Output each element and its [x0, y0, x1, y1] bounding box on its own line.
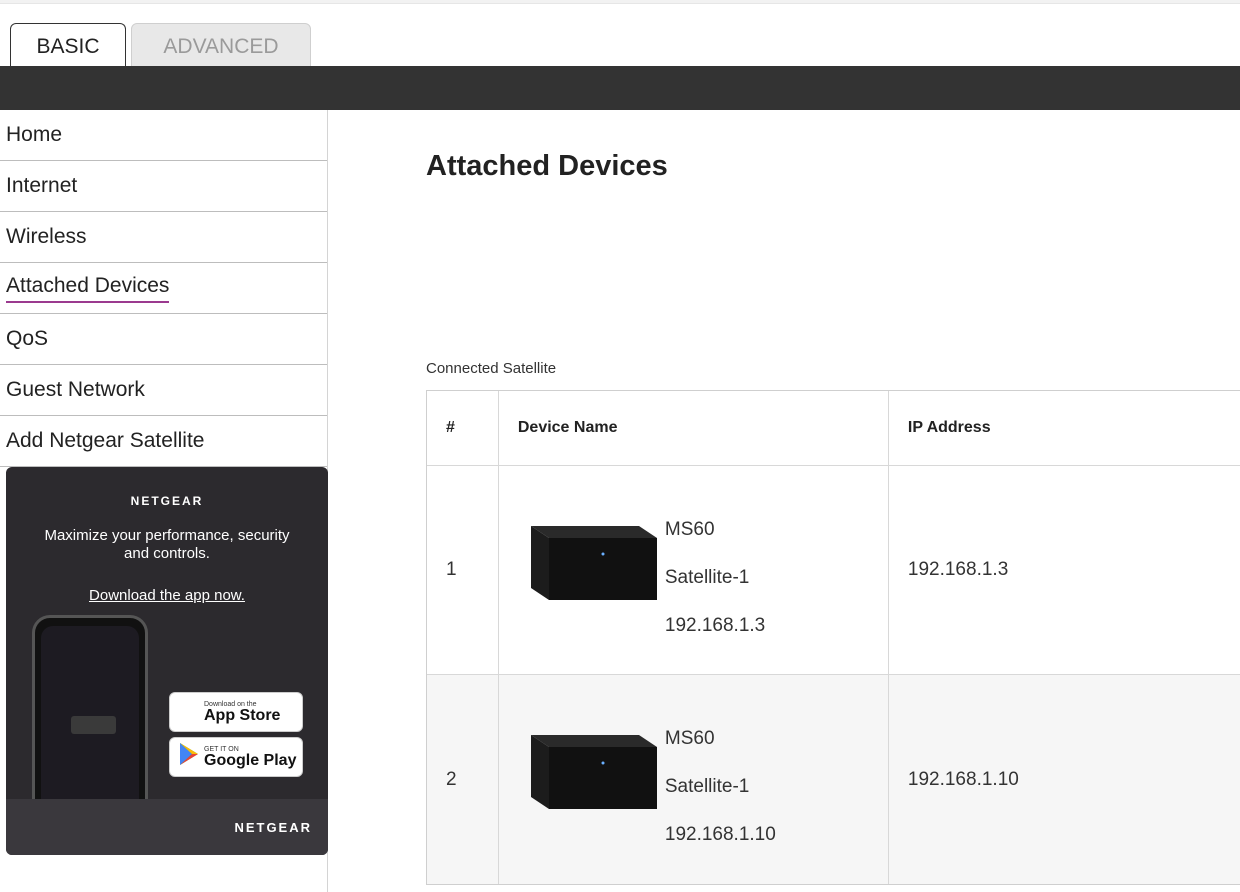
app-store-label: App Store [204, 706, 281, 724]
tab-basic[interactable]: BASIC [10, 23, 126, 70]
sidebar-item-internet[interactable]: Internet [0, 161, 327, 212]
satellite-device-image [530, 735, 657, 809]
main-content: Attached Devices Connected Satellite # D… [329, 110, 1240, 892]
sidebar-item-add-satellite[interactable]: Add Netgear Satellite [0, 416, 327, 467]
device-model: MS60 [664, 728, 715, 749]
download-app-link[interactable]: Download the app now. [6, 587, 328, 604]
google-play-icon [174, 742, 204, 772]
sidebar-item-label: Wireless [6, 225, 87, 248]
sidebar-item-label: Internet [6, 174, 78, 197]
app-promo-banner: NETGEAR Maximize your performance, secur… [6, 467, 328, 855]
sidebar: Home Internet Wireless Attached Devices … [0, 110, 328, 892]
ip-address: 192.168.1.3 [907, 559, 1009, 580]
table-row: 1 MS60 Satellite-1 192.168.1.3 192.168.1… [427, 466, 1240, 675]
header-bar [0, 66, 1240, 110]
device-ip: 192.168.1.3 [664, 615, 766, 636]
table-row: 2 MS60 Satellite-1 192.168.1.10 192.168.… [427, 675, 1240, 884]
device-model: MS60 [664, 519, 715, 540]
device-name-cell: MS60 Satellite-1 192.168.1.10 [499, 675, 889, 884]
router-image [71, 716, 116, 734]
device-name: Satellite-1 [664, 776, 750, 797]
sidebar-item-home[interactable]: Home [0, 110, 327, 161]
column-header-number: # [427, 391, 499, 465]
google-play-label: Google Play [204, 751, 297, 769]
sidebar-item-guest-network[interactable]: Guest Network [0, 365, 327, 416]
ip-address: 192.168.1.10 [907, 768, 1019, 790]
device-name: Satellite-1 [664, 567, 750, 588]
sidebar-item-label: Add Netgear Satellite [6, 429, 205, 452]
page-title: Attached Devices [426, 150, 668, 182]
row-number: 1 [427, 466, 499, 674]
device-name-cell: MS60 Satellite-1 192.168.1.3 [499, 466, 889, 674]
sidebar-item-wireless[interactable]: Wireless [0, 212, 327, 263]
google-play-button[interactable]: GET IT ON Google Play [169, 737, 303, 777]
device-ip: 192.168.1.10 [664, 824, 776, 845]
tab-advanced[interactable]: ADVANCED [131, 23, 311, 71]
sidebar-item-qos[interactable]: QoS [0, 314, 327, 365]
sidebar-item-label: Attached Devices [6, 273, 170, 303]
sidebar-item-label: Guest Network [6, 378, 145, 401]
sidebar-item-label: Home [6, 123, 63, 146]
section-label: Connected Satellite [426, 360, 557, 377]
promo-footer: NETGEAR [6, 799, 328, 855]
row-number: 2 [427, 675, 499, 884]
table-header: # Device Name IP Address [427, 391, 1240, 466]
sidebar-item-label: QoS [6, 327, 49, 350]
netgear-logo-footer: NETGEAR [234, 820, 312, 835]
app-store-button[interactable]: Download on the App Store [169, 692, 303, 732]
column-header-device-name: Device Name [499, 391, 889, 465]
column-header-ip-address: IP Address [907, 419, 991, 436]
netgear-logo: NETGEAR [130, 494, 204, 508]
satellite-device-image [530, 526, 657, 600]
satellite-table: # Device Name IP Address 1 MS60 Satellit… [426, 390, 1240, 885]
sidebar-item-attached-devices[interactable]: Attached Devices [0, 263, 327, 314]
promo-text: Maximize your performance, security and … [44, 527, 290, 562]
